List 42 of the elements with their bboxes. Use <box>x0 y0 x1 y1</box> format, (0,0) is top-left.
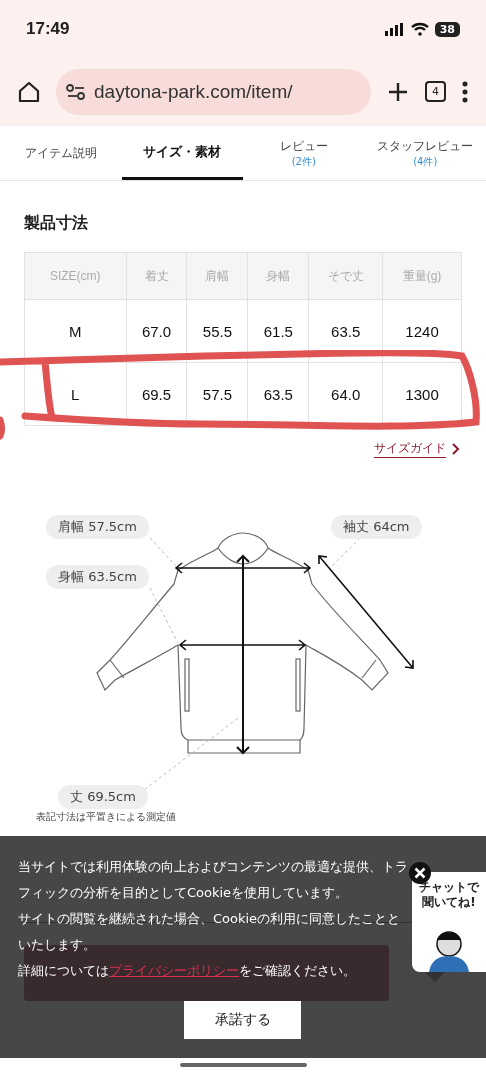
cookie-text: サイトの閲覧を継続された場合、Cookieの利用に同意したことといたします。 <box>18 910 402 954</box>
table-cell: 67.0 <box>126 299 187 363</box>
column-header: そで丈 <box>308 252 383 300</box>
tab[interactable]: サイズ・素材 <box>121 126 243 180</box>
status-time: 17:49 <box>26 19 70 39</box>
table-cell: 63.5 <box>308 299 383 363</box>
site-settings-icon[interactable] <box>66 83 86 100</box>
table-cell: M <box>24 299 127 363</box>
chevron-right-icon <box>452 443 460 455</box>
table-cell: L <box>24 362 127 426</box>
tab[interactable]: スタッフレビュー (4件) <box>364 126 486 180</box>
column-header: 着丈 <box>126 252 187 300</box>
close-icon[interactable] <box>409 862 431 884</box>
signal-icon <box>384 22 405 36</box>
tab-count-button[interactable]: 4 <box>425 81 446 102</box>
measurement-label: 身幅 63.5cm <box>46 565 149 589</box>
column-header: 重量(g) <box>382 252 462 300</box>
cookie-text: 当サイトでは利用体験の向上およびコンテンツの最適な提供、トラフィックの分析を目的としてCookieを使用しています。 <box>18 858 409 902</box>
wifi-icon <box>410 22 429 36</box>
column-header: 身幅 <box>247 252 309 300</box>
section-title: 製品寸法 <box>24 213 89 234</box>
battery-level: 38 <box>434 21 460 37</box>
note-text: 表記寸法は平置きによる測定値 <box>36 810 177 823</box>
cookie-text: をご確認ください。 <box>239 963 356 978</box>
table-cell: 61.5 <box>247 299 309 363</box>
tab[interactable]: レビュー (2件) <box>243 126 365 180</box>
tab[interactable]: アイテム説明 <box>0 126 122 180</box>
cookie-text: 詳細については <box>18 963 109 978</box>
measurement-label: 袖丈 64cm <box>331 515 422 539</box>
more-menu-icon[interactable] <box>462 80 468 103</box>
table-cell: 1240 <box>382 299 462 363</box>
column-header: 肩幅 <box>186 252 248 300</box>
size-guide-link[interactable]: サイズガイド <box>374 440 446 458</box>
measurement-label: 丈 69.5cm <box>58 785 148 809</box>
plus-icon[interactable] <box>387 80 409 103</box>
column-header: SIZE(cm) <box>24 252 127 300</box>
table-cell: 55.5 <box>186 299 248 363</box>
address-bar[interactable]: daytona-park.com/item/ <box>56 68 371 115</box>
home-icon[interactable] <box>18 80 40 103</box>
chat-widget[interactable]: チャットで聞いてね! <box>412 872 486 972</box>
accept-button[interactable]: 承諾する <box>184 1001 301 1039</box>
measurement-label: 肩幅 57.5cm <box>46 515 149 539</box>
